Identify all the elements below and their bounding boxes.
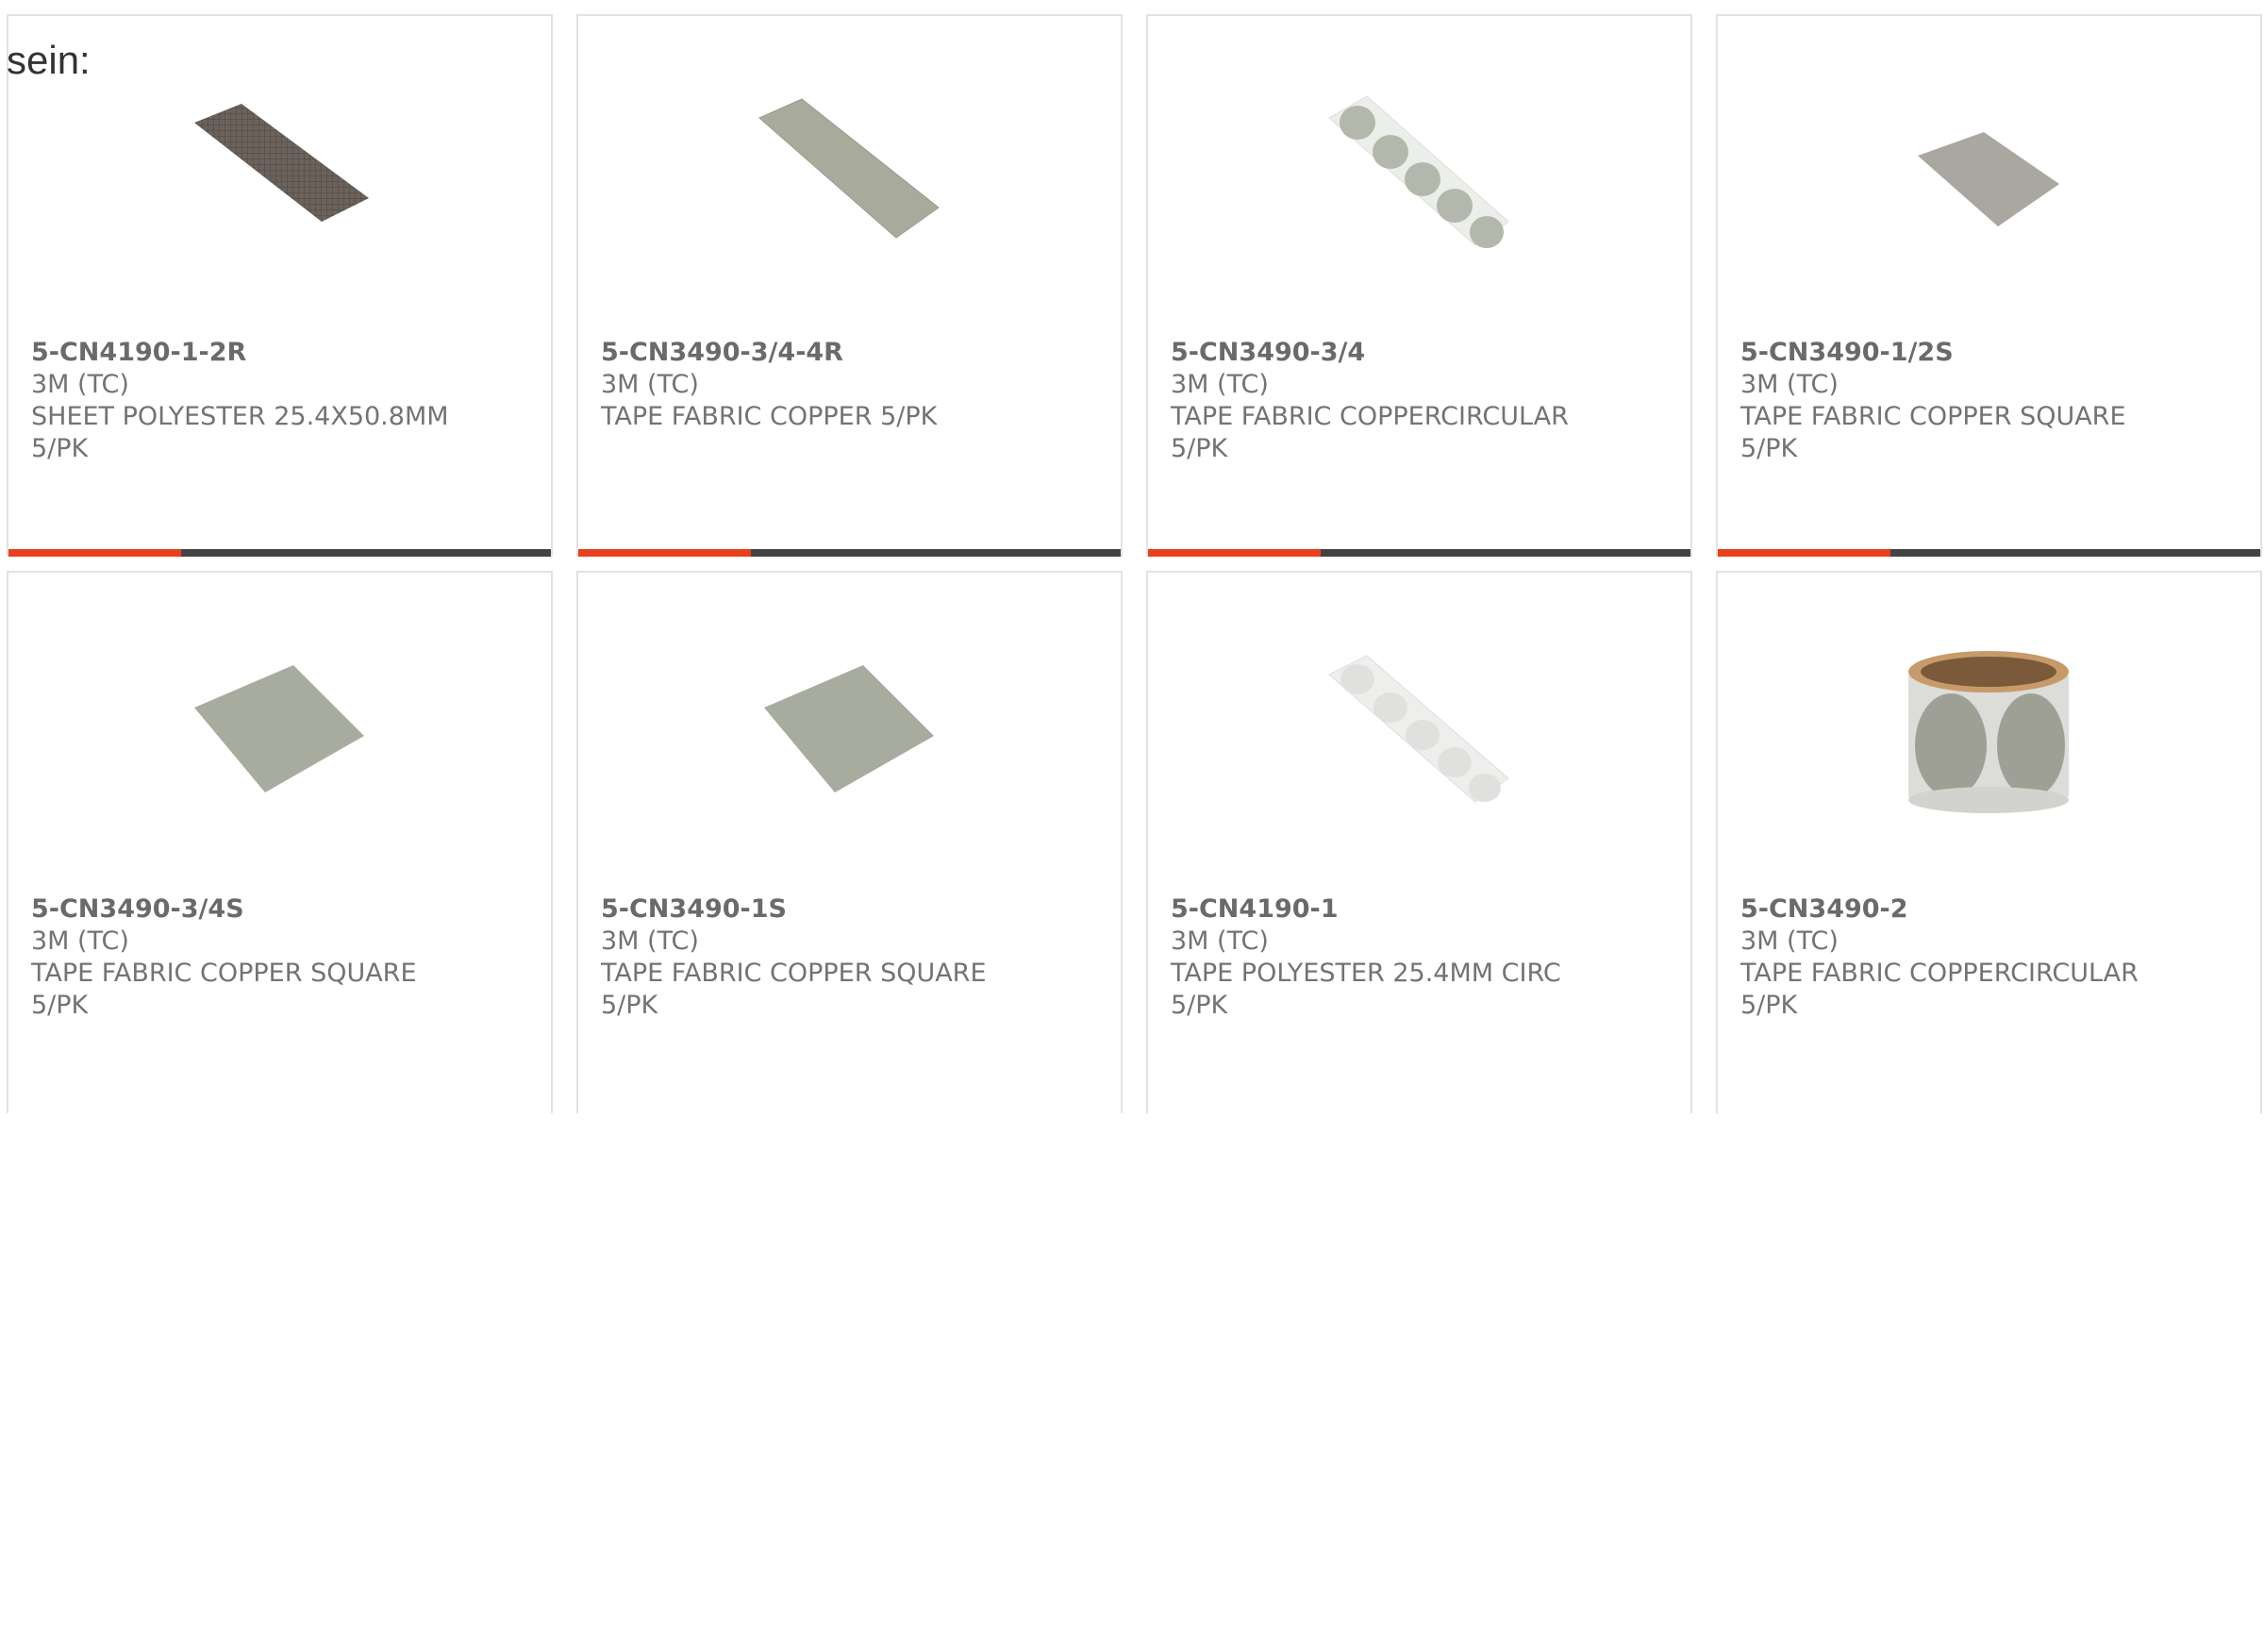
description: TAPE FABRIC COPPERCIRCULAR (1171, 402, 1569, 431)
manufacturer: 3M (TC) (1171, 370, 1269, 399)
description: TAPE FABRIC COPPER 5/PK (601, 402, 938, 431)
product-card[interactable]: 5-CN3490-1S 3M (TC) TAPE FABRIC COPPER S… (576, 571, 1123, 1113)
package: 5/PK (31, 991, 89, 1020)
small-square-image[interactable] (1894, 85, 2083, 274)
product-grid-row-2: 5-CN3490-3/4S 3M (TC) TAPE FABRIC COPPER… (7, 571, 2264, 1652)
description: TAPE POLYESTER 25.4MM CIRC (1171, 959, 1561, 988)
manufacturer: 3M (TC) (1171, 926, 1269, 956)
package: 5/PK (1171, 434, 1228, 463)
tape-roll-image[interactable] (1894, 642, 2083, 830)
part-number[interactable]: 5-CN3490-1/2S (1740, 337, 2251, 369)
package: 5/PK (31, 434, 89, 463)
description: TAPE FABRIC COPPER SQUARE (1740, 402, 2126, 431)
description: TAPE FABRIC COPPER SQUARE (31, 959, 417, 988)
part-number[interactable]: 5-CN3490-2 (1740, 893, 2251, 926)
part-number[interactable]: 5-CN3490-3/4-4R (601, 337, 1111, 369)
faint-circle-strip-image[interactable] (1324, 642, 1513, 830)
part-number[interactable]: 5-CN4190-1-2R (31, 337, 541, 369)
part-number[interactable]: 5-CN4190-1 (1171, 893, 1681, 926)
card-bottom-bar (8, 549, 551, 557)
card-accent-bar (1718, 549, 1890, 557)
card-accent-bar (1148, 549, 1321, 557)
package: 5/PK (601, 991, 658, 1020)
description: TAPE FABRIC COPPERCIRCULAR (1740, 959, 2139, 988)
page-heading: sein: (7, 38, 91, 82)
package: 5/PK (1740, 991, 1798, 1020)
card-bottom-bar (1718, 549, 2260, 557)
circle-dots-strip-image[interactable] (1324, 85, 1513, 274)
manufacturer: 3M (TC) (1740, 926, 1839, 956)
fabric-square-image[interactable] (185, 642, 374, 830)
package: 5/PK (1740, 434, 1798, 463)
manufacturer: 3M (TC) (31, 926, 129, 956)
manufacturer: 3M (TC) (31, 370, 129, 399)
product-card[interactable]: 5-CN4190-1 3M (TC) TAPE POLYESTER 25.4MM… (1146, 571, 1692, 1113)
description: SHEET POLYESTER 25.4X50.8MM (31, 402, 449, 431)
card-bottom-bar (1148, 549, 1690, 557)
card-accent-bar (8, 549, 181, 557)
package: 5/PK (1171, 991, 1228, 1020)
card-accent-bar (578, 549, 751, 557)
dark-sheet-strip-image[interactable] (185, 85, 374, 274)
fabric-square-image[interactable] (755, 642, 943, 830)
manufacturer: 3M (TC) (601, 370, 699, 399)
product-card[interactable]: 5-CN3490-3/4-4R 3M (TC) TAPE FABRIC COPP… (576, 14, 1123, 557)
card-bottom-bar (578, 549, 1121, 557)
product-card[interactable]: 5-CN3490-1/2S 3M (TC) TAPE FABRIC COPPER… (1716, 14, 2262, 557)
manufacturer: 3M (TC) (1740, 370, 1839, 399)
part-number[interactable]: 5-CN3490-3/4 (1171, 337, 1681, 369)
product-card[interactable]: 5-CN3490-3/4S 3M (TC) TAPE FABRIC COPPER… (7, 571, 553, 1113)
manufacturer: 3M (TC) (601, 926, 699, 956)
part-number[interactable]: 5-CN3490-3/4S (31, 893, 541, 926)
product-card[interactable]: 5-CN3490-3/4 3M (TC) TAPE FABRIC COPPERC… (1146, 14, 1692, 557)
description: TAPE FABRIC COPPER SQUARE (601, 959, 987, 988)
product-card[interactable]: 5-CN4190-1-2R 3M (TC) SHEET POLYESTER 25… (7, 14, 553, 557)
product-card[interactable]: 5-CN3490-2 3M (TC) TAPE FABRIC COPPERCIR… (1716, 571, 2262, 1113)
fabric-strip-image[interactable] (755, 85, 943, 274)
part-number[interactable]: 5-CN3490-1S (601, 893, 1111, 926)
